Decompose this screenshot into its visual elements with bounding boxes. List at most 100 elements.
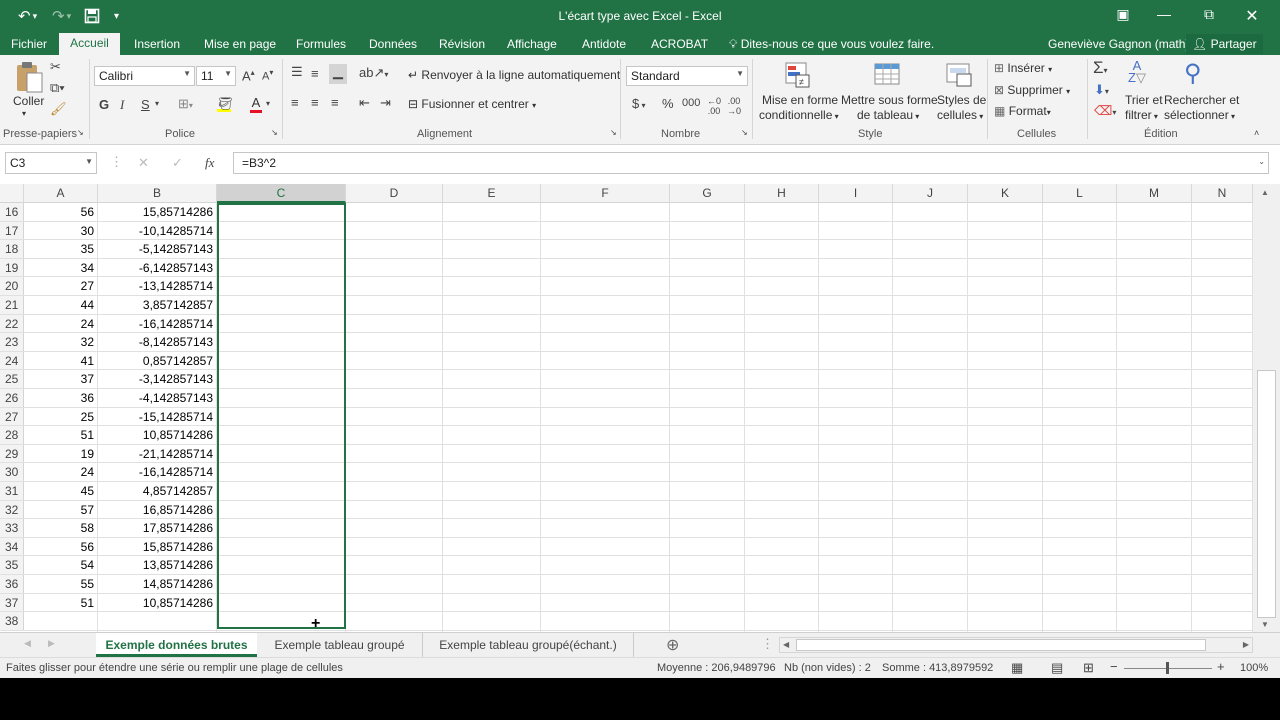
- hscroll-thumb[interactable]: [796, 639, 1206, 651]
- decrease-indent-icon[interactable]: ⇤: [359, 95, 370, 111]
- format-as-table-label-2[interactable]: de tableau ▾: [857, 108, 919, 122]
- page-layout-icon[interactable]: ▤: [1051, 660, 1063, 676]
- column-header-c[interactable]: C: [217, 184, 346, 203]
- cell-b[interactable]: -15,14285714: [98, 408, 217, 426]
- cell-a[interactable]: 32: [24, 333, 98, 351]
- cell-grid[interactable]: 16 56 15,85714286 17 30 -10,14285714 18 35 -5,14…: [0, 203, 1253, 632]
- conditional-formatting-label-2[interactable]: conditionnelle ▾: [759, 108, 839, 122]
- number-format-box[interactable]: Standard ▼: [626, 66, 748, 86]
- increase-decimal-icon[interactable]: ←0.00: [707, 96, 721, 116]
- paste-label[interactable]: Coller: [13, 94, 44, 108]
- tab-acrobat[interactable]: ACROBAT: [651, 37, 708, 51]
- row-header[interactable]: 28: [0, 426, 24, 444]
- column-header-i[interactable]: I: [819, 184, 893, 203]
- cell-b[interactable]: -13,14285714: [98, 277, 217, 295]
- cell-b[interactable]: -6,142857143: [98, 259, 217, 277]
- paste-button[interactable]: [13, 60, 45, 96]
- autosum-icon[interactable]: Σ▾: [1093, 58, 1108, 78]
- cell-a[interactable]: 19: [24, 445, 98, 463]
- row-header[interactable]: 26: [0, 389, 24, 407]
- cell-b[interactable]: 15,85714286: [98, 203, 217, 221]
- formula-input[interactable]: =B3^2 ⌄: [233, 152, 1269, 174]
- column-header-h[interactable]: H: [745, 184, 819, 203]
- column-header-f[interactable]: F: [541, 184, 670, 203]
- cell-a[interactable]: 35: [24, 240, 98, 258]
- tab-revision[interactable]: Révision: [439, 37, 485, 51]
- row-header[interactable]: 33: [0, 519, 24, 537]
- bold-button[interactable]: G: [99, 97, 109, 112]
- scroll-left-icon[interactable]: ◀: [783, 640, 789, 649]
- paste-dropdown-icon[interactable]: ▾: [22, 109, 26, 118]
- column-header-g[interactable]: G: [670, 184, 745, 203]
- tab-insertion[interactable]: Insertion: [134, 37, 180, 51]
- cell-a[interactable]: 44: [24, 296, 98, 314]
- cell-a[interactable]: 36: [24, 389, 98, 407]
- zoom-slider-thumb[interactable]: [1166, 662, 1169, 674]
- row-header[interactable]: 37: [0, 593, 24, 612]
- scroll-up-icon[interactable]: ▲: [1261, 188, 1269, 197]
- cut-icon[interactable]: ✂: [50, 59, 61, 75]
- cell-a[interactable]: 24: [24, 315, 98, 333]
- cell-b[interactable]: -16,14285714: [98, 463, 217, 481]
- search-icon[interactable]: ⚲: [1184, 59, 1202, 88]
- column-header-n[interactable]: N: [1192, 184, 1253, 203]
- cell-b[interactable]: 10,85714286: [98, 594, 217, 612]
- shrink-font-icon[interactable]: A▾: [262, 68, 273, 83]
- prev-sheet-icon[interactable]: ◀: [24, 638, 31, 649]
- sheet-tab-exemple-tableau-groupe-echant[interactable]: Exemple tableau groupé(échant.): [423, 633, 634, 657]
- wrap-text-button[interactable]: ↵ Renvoyer à la ligne automatiquement: [408, 68, 620, 82]
- borders-icon[interactable]: ⊞▾: [178, 96, 193, 112]
- tab-formules[interactable]: Formules: [296, 37, 346, 51]
- close-icon[interactable]: ✕: [1241, 6, 1263, 26]
- row-header[interactable]: 34: [0, 537, 24, 556]
- cell-a[interactable]: 45: [24, 482, 98, 500]
- scroll-thumb[interactable]: [1257, 370, 1276, 618]
- delete-cells-button[interactable]: ⊠ Supprimer ▾: [994, 83, 1070, 97]
- find-select-label-1[interactable]: Rechercher et: [1164, 93, 1239, 107]
- underline-button[interactable]: S: [141, 97, 150, 112]
- row-header[interactable]: 25: [0, 370, 24, 388]
- merge-center-button[interactable]: ⊟ Fusionner et centrer ▾: [408, 97, 536, 111]
- thousands-button[interactable]: 000: [682, 97, 700, 109]
- cell-a[interactable]: [24, 612, 98, 630]
- font-color-dropdown-icon[interactable]: ▾: [266, 99, 270, 108]
- zoom-in-icon[interactable]: +: [1217, 659, 1225, 674]
- cancel-icon[interactable]: ✕: [138, 155, 149, 171]
- scroll-down-icon[interactable]: ▼: [1261, 620, 1269, 629]
- fill-icon[interactable]: ⬇▾: [1094, 82, 1109, 98]
- tab-accueil[interactable]: Accueil: [59, 33, 120, 55]
- horizontal-scrollbar[interactable]: ◀ ▶: [779, 637, 1253, 653]
- zoom-slider[interactable]: [1124, 662, 1212, 674]
- cell-b[interactable]: -3,142857143: [98, 370, 217, 388]
- tab-mise-en-page[interactable]: Mise en page: [204, 37, 276, 51]
- font-launcher-icon[interactable]: ↘: [271, 128, 278, 137]
- row-header[interactable]: 23: [0, 333, 24, 351]
- sort-filter-icon[interactable]: A Z▽: [1128, 59, 1146, 84]
- row-header[interactable]: 24: [0, 351, 24, 370]
- zoom-level[interactable]: 100%: [1240, 662, 1268, 674]
- clear-icon[interactable]: ⌫▾: [1094, 103, 1116, 119]
- conditional-formatting-icon[interactable]: ≠: [784, 61, 812, 92]
- cell-a[interactable]: 25: [24, 408, 98, 426]
- format-painter-icon[interactable]: 🖌︎: [50, 101, 67, 117]
- cell-a[interactable]: 24: [24, 463, 98, 481]
- add-sheet-icon[interactable]: ⊕: [666, 635, 679, 655]
- tell-me-box[interactable]: 💡︎ Dites-nous ce que vous voulez faire.: [729, 37, 934, 52]
- column-header-d[interactable]: D: [346, 184, 443, 203]
- increase-indent-icon[interactable]: ⇥: [380, 95, 391, 111]
- cell-b[interactable]: 15,85714286: [98, 538, 217, 556]
- select-all-corner[interactable]: [0, 184, 24, 203]
- cell-b[interactable]: 4,857142857: [98, 482, 217, 500]
- vertical-scrollbar[interactable]: ▲ ▼: [1253, 184, 1280, 632]
- orientation-icon[interactable]: ab↗▾: [359, 65, 388, 81]
- sort-filter-label-2[interactable]: filtrer ▾: [1125, 108, 1158, 122]
- cell-a[interactable]: 54: [24, 556, 98, 574]
- cell-a[interactable]: 58: [24, 519, 98, 537]
- minimize-icon[interactable]: —: [1153, 6, 1175, 22]
- zoom-out-icon[interactable]: −: [1110, 659, 1118, 674]
- row-header[interactable]: 21: [0, 296, 24, 314]
- tab-donnees[interactable]: Données: [369, 37, 417, 51]
- copy-icon[interactable]: ⧉▾: [50, 80, 65, 96]
- next-sheet-icon[interactable]: ▶: [48, 638, 55, 649]
- cell-b[interactable]: -4,142857143: [98, 389, 217, 407]
